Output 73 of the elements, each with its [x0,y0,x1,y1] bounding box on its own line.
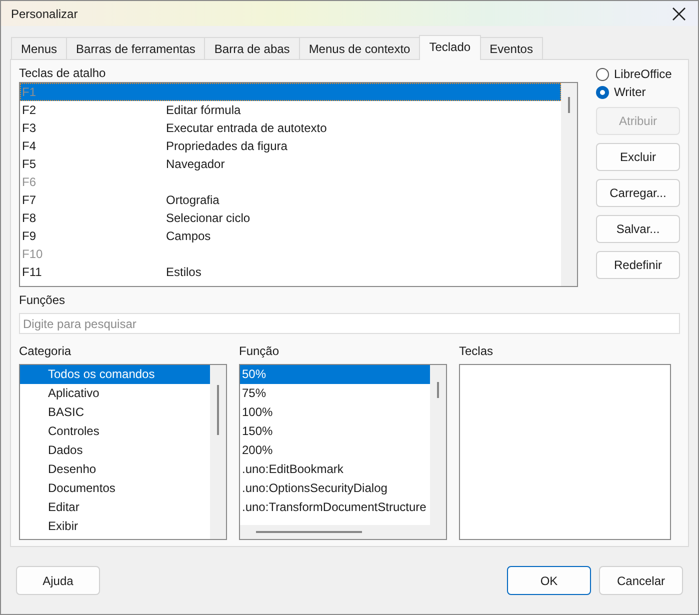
list-item[interactable]: Todos os comandos [20,365,210,384]
window-title: Personalizar [11,6,78,20]
shortcut-key: F10 [22,247,166,261]
shortcut-key: F1 [22,85,166,99]
list-item[interactable]: Desenho [20,460,210,479]
scrollbar-thumb[interactable] [568,97,570,113]
list-item[interactable]: .uno:OptionsSecurityDialog [240,479,430,498]
scrollbar-thumb[interactable] [256,531,362,533]
column-label: Categoria [19,344,72,360]
shortcut-function: Campos [166,229,211,243]
shortcut-key: F3 [22,121,166,135]
dialog-button[interactable]: Salvar... [596,215,680,243]
list-item[interactable]: 75% [240,384,430,403]
shortcut-function: Selecionar ciclo [166,211,250,225]
tab[interactable]: Menus [11,37,68,60]
shortcut-function: Propriedades da figura [166,139,288,153]
list-row[interactable]: F3 Executar entrada de autotexto [20,119,561,137]
section-label: Funções [19,293,66,309]
dialog-button[interactable]: OK [507,566,591,595]
list-item[interactable]: Exibir [20,517,210,536]
list-item[interactable]: 150% [240,422,430,441]
list-row[interactable]: F7 Ortografia [20,191,561,209]
dialog-button[interactable]: Cancelar [599,566,683,595]
dialog-button[interactable]: Carregar... [596,179,680,207]
list-row[interactable]: F4 Propriedades da figura [20,137,561,155]
shortcut-function: Navegador [166,157,225,171]
radio-label: LibreOffice [614,67,672,81]
list-row[interactable]: F2 Editar fórmula [20,101,561,119]
shortcut-key: F11 [22,265,166,279]
list-row[interactable]: F5 Navegador [20,155,561,173]
scrollbar-thumb[interactable] [437,382,439,398]
shortcut-key: F6 [22,175,166,189]
list-row[interactable]: F11 Estilos [20,263,561,281]
list-row[interactable]: F8 Selecionar ciclo [20,209,561,227]
list-item[interactable]: Aplicativo [20,384,210,403]
list-item[interactable]: Documentos [20,479,210,498]
list-item[interactable]: BASIC [20,403,210,422]
list-row[interactable]: F9 Campos [20,227,561,245]
list-item[interactable]: .uno:TransformDocumentStructure [240,498,430,517]
list-item[interactable]: 100% [240,403,430,422]
column-label: Teclas [459,344,494,360]
shortcut-key: F9 [22,229,166,243]
shortcut-key: F2 [22,103,166,117]
scrollbar-thumb[interactable] [217,385,219,435]
list-item[interactable]: Editar [20,498,210,517]
dialog-button[interactable]: Ajuda [16,566,100,595]
list-item[interactable]: 50% [240,365,430,384]
category-list[interactable]: Todos os comandos Aplicativo BASIC Controles Dados Desenho Documentos Editar Exibir [19,364,227,540]
close-icon[interactable] [672,6,686,20]
radio-button[interactable] [596,68,609,80]
column-label: Função [239,344,280,360]
search-field[interactable]: Digite para pesquisar [19,313,680,334]
shortcut-function: Editar fórmula [166,103,241,117]
shortcut-key: F4 [22,139,166,153]
dialog-button[interactable]: Redefinir [596,251,680,279]
section-label: Teclas de atalho [19,66,107,82]
function-list[interactable]: 50% 75% 100% 150% 200% .uno:EditBookmark .uno:OptionsSecurityDialog .uno:TransformDocumentStructure [239,364,447,540]
shortcut-function: Estilos [166,265,202,279]
radio-button[interactable] [596,86,609,98]
shortcut-key: F7 [22,193,166,207]
list-item[interactable]: Dados [20,441,210,460]
shortcut-key: F8 [22,211,166,225]
shortcut-function: Ortografia [166,193,220,207]
dialog-button[interactable]: Excluir [596,143,680,171]
list-item[interactable]: .uno:EditBookmark [240,460,430,479]
list-item[interactable]: Controles [20,422,210,441]
tab[interactable]: Eventos [480,37,543,60]
shortcut-function: Executar entrada de autotexto [166,121,327,135]
radio-label: Writer [614,85,646,99]
tab[interactable]: Teclado [419,35,481,60]
list-item[interactable]: 200% [240,441,430,460]
shortcut-key: F5 [22,157,166,171]
keys-list[interactable] [459,364,671,540]
